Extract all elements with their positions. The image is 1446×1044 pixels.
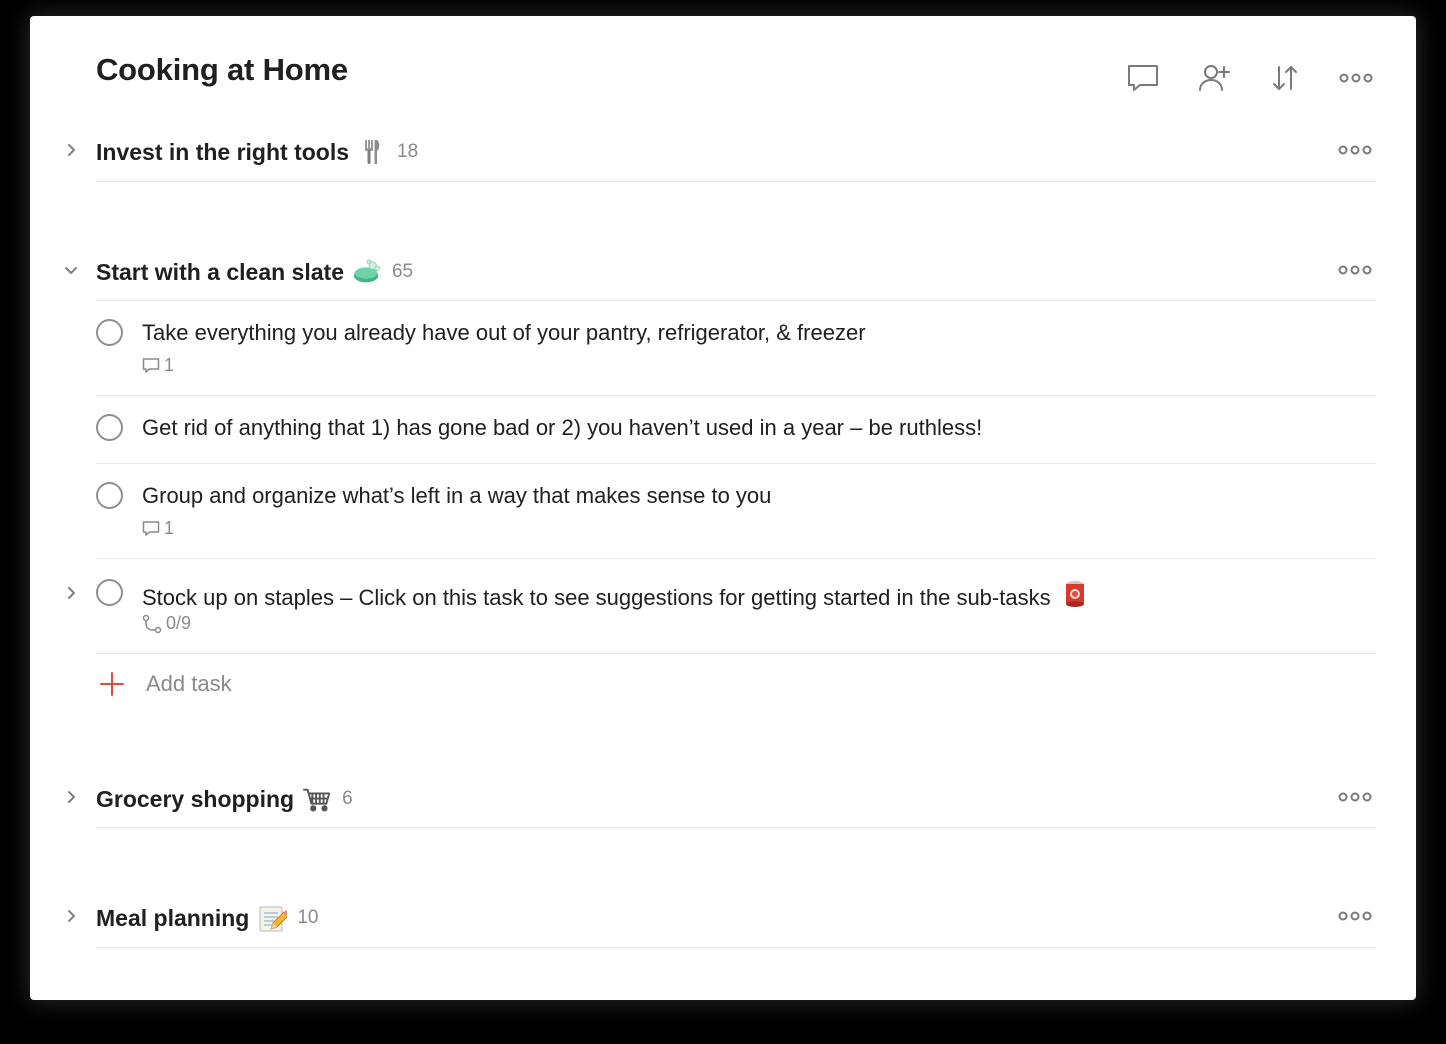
section-meal-planning[interactable]: Meal planning 10 [30,886,1376,946]
plus-icon [100,672,124,696]
section-grocery-shopping[interactable]: Grocery shopping 6 [30,767,1376,827]
subtask-progress[interactable]: 0/9 [142,613,191,634]
section-divider [96,947,1376,948]
section-divider [96,827,1376,828]
chevron-right-icon[interactable] [61,583,81,603]
section-name: Start with a clean slate [96,258,344,285]
share-button[interactable] [1192,60,1236,96]
chevron-right-icon[interactable] [61,906,81,926]
comment-count: 1 [164,355,175,375]
subtask-count: 0/9 [166,613,192,633]
section-title: Meal planning 10 [96,903,318,933]
canned-food-icon [1065,581,1084,607]
section-clean-slate[interactable]: Start with a clean slate 65 [30,240,1376,300]
section-name: Grocery shopping [96,785,295,812]
chevron-right-icon[interactable] [61,787,81,807]
section-count: 6 [342,788,353,809]
task-checkbox[interactable] [96,482,123,509]
sort-icon [1273,66,1297,90]
header-actions [1121,60,1378,96]
section-title: Start with a clean slate 65 [96,257,413,287]
task-content[interactable]: Stock up on staples – Click on this task… [142,579,1087,612]
sort-button[interactable] [1263,60,1307,96]
task-divider [96,558,1376,559]
section-more-icon[interactable] [1336,258,1376,282]
section-count: 18 [397,141,419,162]
comment-icon [1128,65,1158,91]
add-task-button[interactable]: Add task [96,668,232,700]
more-button[interactable] [1334,60,1378,96]
add-task-label: Add task [146,671,232,696]
comment-icon [142,520,160,536]
chevron-down-icon[interactable] [61,260,81,280]
section-more-icon[interactable] [1336,138,1376,162]
task-checkbox[interactable] [96,319,123,346]
section-invest-in-tools[interactable]: Invest in the right tools 18 [30,120,1376,180]
comment-icon [142,357,160,373]
memo-icon [259,906,288,932]
subtask-icon [142,614,162,633]
section-divider [96,300,1376,301]
task-divider [96,463,1376,464]
project-window: Cooking at Home Invest in the right tool… [30,16,1416,1000]
task-checkbox[interactable] [96,414,123,441]
fork-and-knife-icon [365,140,380,164]
task-content[interactable]: Take everything you already have out of … [142,319,866,347]
add-person-icon [1199,65,1230,91]
section-more-icon[interactable] [1336,785,1376,809]
task-text: Stock up on staples – Click on this task… [142,585,1051,610]
section-name: Invest in the right tools [96,138,350,165]
task-divider [96,395,1376,396]
section-divider [96,181,1376,182]
section-title: Grocery shopping 6 [96,784,353,814]
more-icon [1339,73,1373,83]
section-count: 65 [391,261,414,282]
comment-count: 1 [164,518,175,538]
task-checkbox[interactable] [96,579,123,606]
section-title: Invest in the right tools 18 [96,137,418,167]
chevron-right-icon[interactable] [61,140,81,160]
section-count: 10 [297,907,319,928]
task-comments[interactable]: 1 [142,518,174,539]
task-content[interactable]: Group and organize what’s left in a way … [142,482,771,510]
section-name: Meal planning [96,904,250,931]
section-more-icon[interactable] [1336,904,1376,928]
shopping-cart-icon [303,788,331,812]
task-comments[interactable]: 1 [142,355,174,376]
comment-button[interactable] [1121,60,1165,96]
soap-icon [353,259,381,283]
task-content[interactable]: Get rid of anything that 1) has gone bad… [142,414,982,442]
task-divider [96,653,1376,654]
page-title: Cooking at Home [96,52,348,87]
